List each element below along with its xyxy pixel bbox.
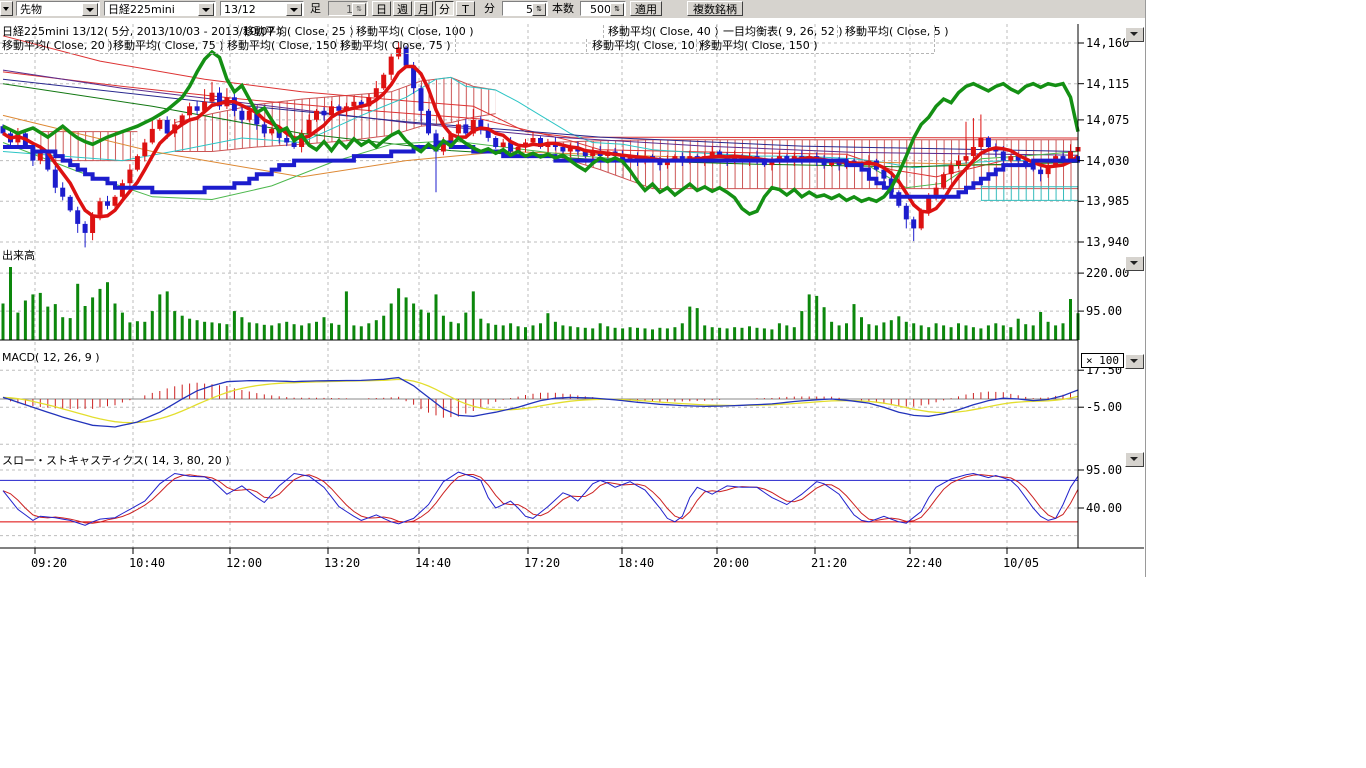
legend-row1-item-1: 移動平均( Close, 25 ) bbox=[243, 25, 354, 38]
app-window: 先物 日経225mini 13/12 足 1⇅ 日 週 月 分 T 分 5⇅ 本… bbox=[0, 0, 1146, 577]
macd-panel-label: MACD( 12, 26, 9 ) bbox=[2, 351, 100, 364]
minute-spinner[interactable]: ⇅ bbox=[532, 3, 546, 16]
multi-symbol-button[interactable]: 複数銘柄 bbox=[687, 1, 743, 16]
period-tick-button[interactable]: T bbox=[456, 1, 475, 16]
legend-separator bbox=[455, 39, 456, 52]
legend-separator bbox=[222, 39, 223, 52]
chevron-down-icon bbox=[1130, 32, 1138, 36]
bar-count-spinner[interactable]: ⇅ bbox=[610, 3, 624, 16]
bar-count-label: 本数 bbox=[552, 1, 574, 16]
x-axis-label-1: 10:40 bbox=[117, 556, 177, 570]
legend-separator bbox=[108, 39, 109, 52]
legend-separator bbox=[934, 39, 935, 52]
legend-separator bbox=[603, 25, 604, 38]
legend-row1-item-5: 移動平均( Close, 5 ) bbox=[845, 25, 949, 38]
bar-count-input[interactable]: 500⇅ bbox=[580, 1, 626, 16]
x-axis-label-3: 13:20 bbox=[312, 556, 372, 570]
x-axis-label-9: 22:40 bbox=[894, 556, 954, 570]
panel-scale-dropdown-0[interactable] bbox=[1125, 27, 1144, 42]
minute-label: 分 bbox=[484, 1, 495, 16]
bar-type-label: 足 bbox=[310, 1, 321, 16]
chart-area: 日経225mini 13/12( 5分, 2013/10/03 - 2013/1… bbox=[0, 18, 1145, 576]
legend-underline bbox=[0, 53, 934, 54]
y-axis-label-5: 13,940 bbox=[1086, 235, 1144, 249]
legend-row1-item-0: 日経225mini 13/12( 5分, 2013/10/03 - 2013/1… bbox=[2, 25, 282, 38]
chart-canvas bbox=[0, 18, 1145, 576]
chevron-down-icon bbox=[86, 8, 94, 12]
chevron-down-icon bbox=[1130, 261, 1138, 265]
x-axis-label-2: 12:00 bbox=[214, 556, 274, 570]
period-minute-button[interactable]: 分 bbox=[435, 1, 454, 16]
legend-separator bbox=[586, 39, 587, 52]
legend-row1-item-4: 一目均衡表( 9, 26, 52 ) bbox=[723, 25, 843, 38]
toolbar: 先物 日経225mini 13/12 足 1⇅ 日 週 月 分 T 分 5⇅ 本… bbox=[0, 0, 1145, 19]
bar-interval-input[interactable]: 1⇅ bbox=[328, 1, 368, 16]
legend-row2-item-4: 移動平均( Close, 10 ) bbox=[592, 39, 703, 52]
panel-scale-dropdown-2[interactable] bbox=[1125, 354, 1144, 369]
period-week-button[interactable]: 週 bbox=[393, 1, 412, 16]
legend-row2-item-3: 移動平均( Close, 75 ) bbox=[340, 39, 451, 52]
legend-separator bbox=[934, 25, 935, 38]
x-axis-label-6: 18:40 bbox=[606, 556, 666, 570]
volume-panel-label: 出来高 bbox=[2, 249, 35, 262]
y-axis-label-1: 14,115 bbox=[1086, 77, 1144, 91]
market-select[interactable]: 先物 bbox=[16, 1, 100, 16]
chevron-down-icon bbox=[3, 7, 9, 11]
chevron-down-icon bbox=[1130, 457, 1138, 461]
legend-row2-item-0: 移動平均( Close, 20 ) bbox=[2, 39, 113, 52]
chevron-down-icon bbox=[290, 8, 298, 12]
volume-multiplier-box: × 100 bbox=[1081, 353, 1124, 368]
y-axis-label-9: -5.00 bbox=[1086, 400, 1144, 414]
period-month-button[interactable]: 月 bbox=[414, 1, 433, 16]
contract-month-dropdown-button[interactable] bbox=[286, 3, 302, 16]
chevron-down-icon bbox=[1130, 359, 1138, 363]
bar-interval-spinner[interactable]: ⇅ bbox=[352, 3, 366, 16]
legend-row2-item-5: 移動平均( Close, 150 ) bbox=[700, 39, 818, 52]
symbol-select-dropdown-button[interactable] bbox=[198, 3, 214, 16]
y-axis-label-3: 14,030 bbox=[1086, 154, 1144, 168]
legend-separator bbox=[351, 25, 352, 38]
left-combo-fragment-button[interactable] bbox=[0, 1, 13, 16]
legend-separator bbox=[716, 25, 717, 38]
market-select-dropdown-button[interactable] bbox=[82, 3, 98, 16]
panel-scale-dropdown-3[interactable] bbox=[1125, 452, 1144, 467]
contract-month-select[interactable]: 13/12 bbox=[220, 1, 304, 16]
legend-separator bbox=[455, 25, 456, 38]
panel-scale-dropdown-1[interactable] bbox=[1125, 256, 1144, 271]
legend-row1-item-3: 移動平均( Close, 40 ) bbox=[608, 25, 719, 38]
legend-row2-item-1: 移動平均( Close, 75 ) bbox=[113, 39, 224, 52]
legend-separator bbox=[837, 25, 838, 38]
bar-count-value: 500 bbox=[590, 3, 611, 16]
chevron-down-icon bbox=[202, 8, 210, 12]
symbol-select-value: 日経225mini bbox=[108, 3, 175, 16]
x-axis-label-10: 10/05 bbox=[991, 556, 1051, 570]
period-day-button[interactable]: 日 bbox=[372, 1, 391, 16]
legend-row2-item-2: 移動平均( Close, 150 ) bbox=[227, 39, 345, 52]
x-axis-label-8: 21:20 bbox=[799, 556, 859, 570]
x-axis-label-5: 17:20 bbox=[512, 556, 572, 570]
y-axis-label-4: 13,985 bbox=[1086, 194, 1144, 208]
legend-separator bbox=[336, 39, 337, 52]
symbol-select[interactable]: 日経225mini bbox=[104, 1, 216, 16]
stoch-panel-label: スロー・ストキャスティクス( 14, 3, 80, 20 ) bbox=[2, 454, 230, 467]
y-axis-label-11: 40.00 bbox=[1086, 501, 1144, 515]
minute-input[interactable]: 5⇅ bbox=[502, 1, 548, 16]
apply-button[interactable]: 適用 bbox=[630, 1, 662, 16]
legend-separator bbox=[238, 25, 239, 38]
x-axis-label-0: 09:20 bbox=[19, 556, 79, 570]
y-axis-label-2: 14,075 bbox=[1086, 113, 1144, 127]
contract-month-value: 13/12 bbox=[224, 3, 256, 16]
x-axis-label-7: 20:00 bbox=[701, 556, 761, 570]
market-select-value: 先物 bbox=[20, 3, 42, 16]
x-axis-label-4: 14:40 bbox=[403, 556, 463, 570]
legend-separator bbox=[696, 39, 697, 52]
y-axis-label-7: 95.00 bbox=[1086, 304, 1144, 318]
